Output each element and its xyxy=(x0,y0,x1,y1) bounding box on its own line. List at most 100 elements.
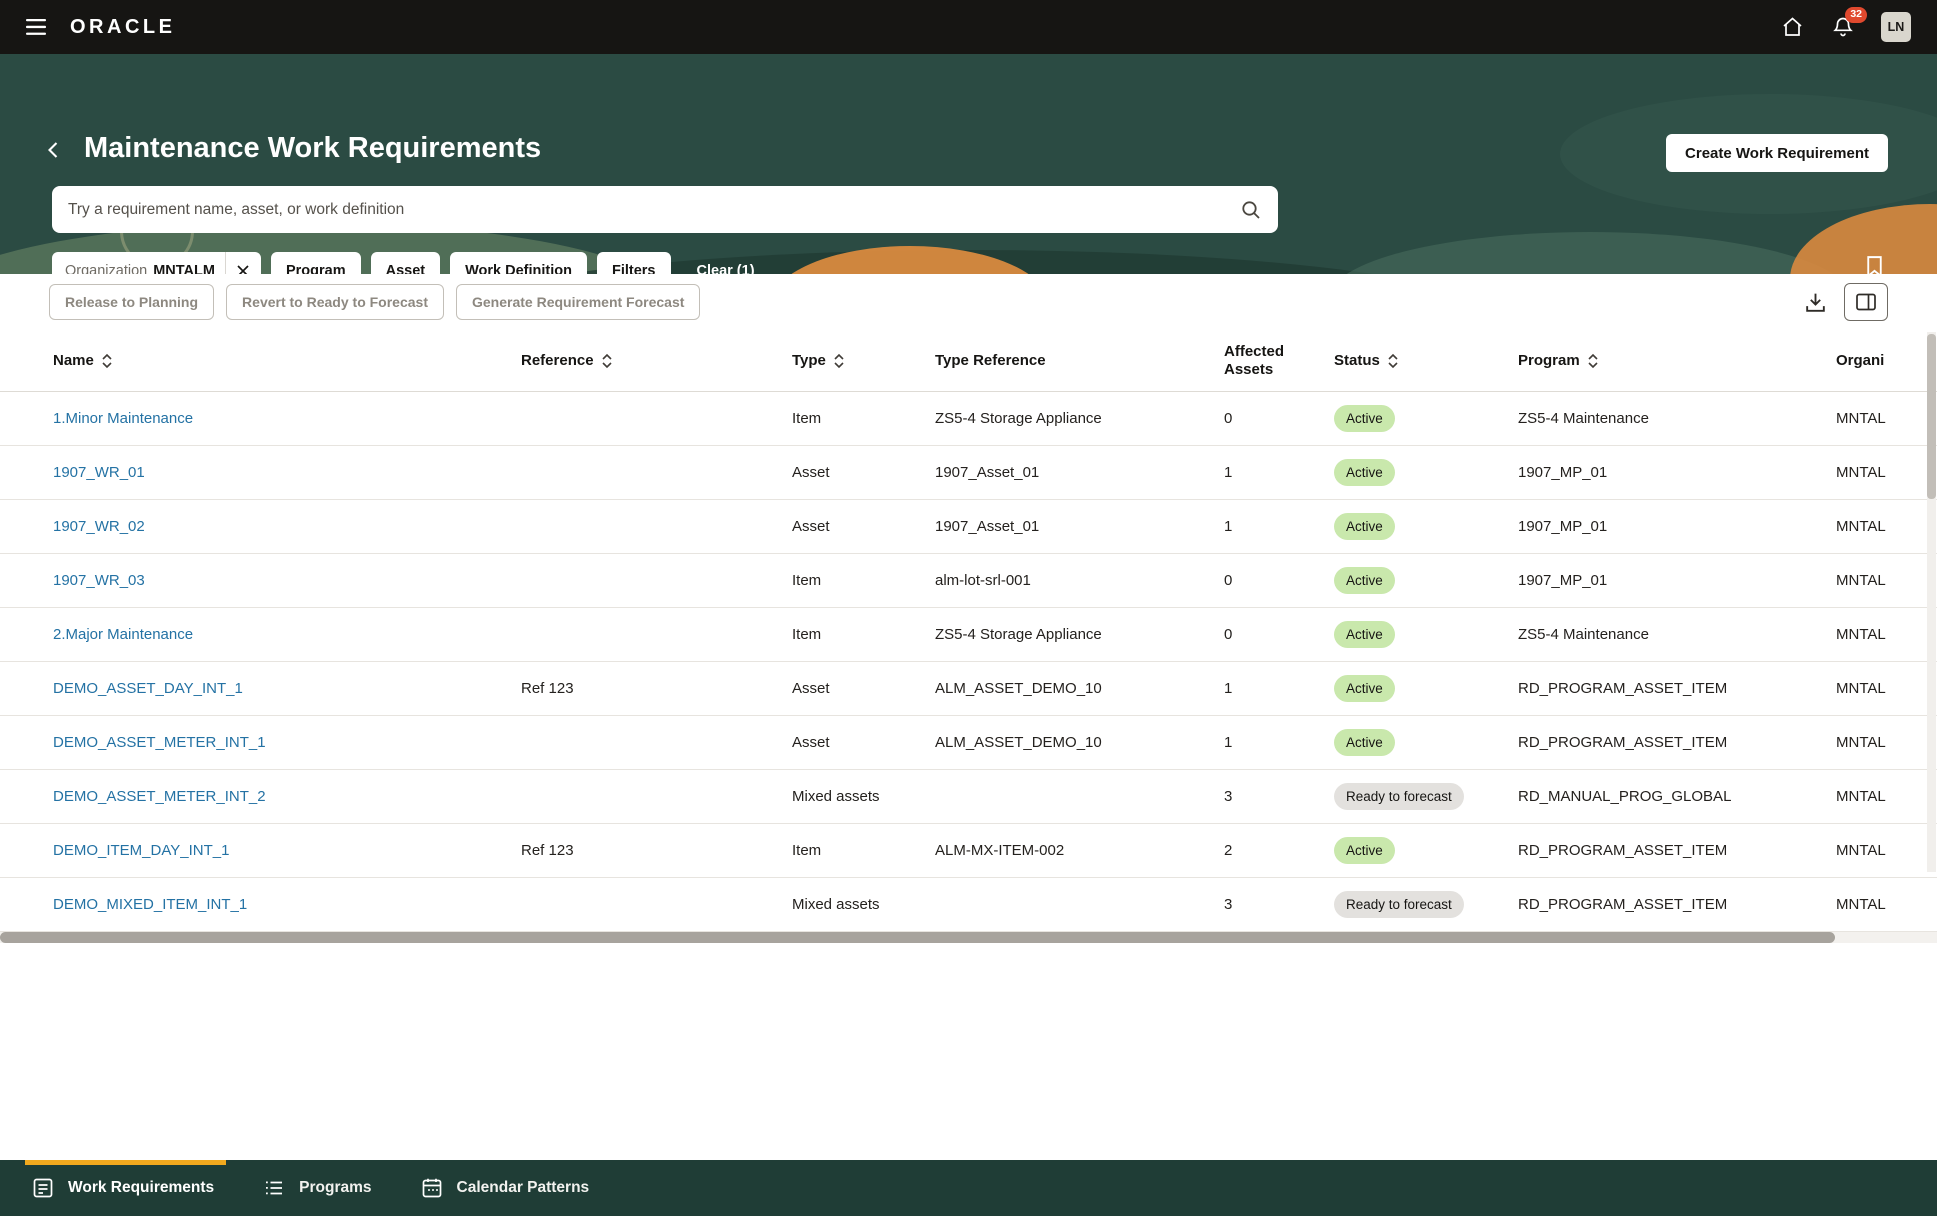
nav-item-work-requirements[interactable]: Work Requirements xyxy=(31,1160,214,1216)
work-requirement-link[interactable]: 2.Major Maintenance xyxy=(53,626,193,643)
search-input[interactable] xyxy=(68,201,1240,219)
vertical-scrollbar-thumb[interactable] xyxy=(1927,334,1936,499)
type-cell: Mixed assets xyxy=(792,878,935,931)
column-label: Program xyxy=(1518,352,1580,369)
type-reference-cell: alm-lot-srl-001 xyxy=(935,554,1224,607)
type-cell: Mixed assets xyxy=(792,770,935,823)
type-reference-cell xyxy=(935,878,1224,931)
program-cell: ZS5-4 Maintenance xyxy=(1518,392,1836,445)
work-requirement-link[interactable]: 1907_WR_03 xyxy=(53,572,145,589)
program-cell: ZS5-4 Maintenance xyxy=(1518,608,1836,661)
table-row[interactable]: DEMO_ASSET_METER_INT_1AssetALM_ASSET_DEM… xyxy=(0,716,1937,770)
table-row[interactable]: 1.Minor MaintenanceItemZS5-4 Storage App… xyxy=(0,392,1937,446)
release-to-planning-button[interactable]: Release to Planning xyxy=(49,284,214,320)
work-requirements-icon xyxy=(31,1176,55,1200)
content-panel: Release to Planning Revert to Ready to F… xyxy=(0,274,1937,1160)
table-row[interactable]: 1907_WR_01Asset1907_Asset_011Active1907_… xyxy=(0,446,1937,500)
chip-value: MNTALM xyxy=(153,263,215,275)
name-cell: 2.Major Maintenance xyxy=(0,608,521,661)
notifications-bell-icon[interactable]: 32 xyxy=(1831,15,1855,39)
table-row[interactable]: 2.Major Maintenance ItemZS5-4 Storage App… xyxy=(0,608,1937,662)
bookmark-icon[interactable] xyxy=(1864,254,1885,274)
manage-columns-icon[interactable] xyxy=(1844,283,1888,321)
filters-button[interactable]: Filters xyxy=(597,252,671,274)
work-requirement-link[interactable]: 1907_WR_02 xyxy=(53,518,145,535)
sort-icon[interactable] xyxy=(601,352,613,370)
affected-assets-cell: 1 xyxy=(1224,500,1334,553)
table-row[interactable]: DEMO_ITEM_DAY_INT_1Ref 123ItemALM-MX-ITE… xyxy=(0,824,1937,878)
back-arrow-icon[interactable] xyxy=(42,138,66,162)
nav-label: Programs xyxy=(299,1179,371,1197)
table-row[interactable]: DEMO_MIXED_ITEM_INT_1 Mixed assets 3Ready … xyxy=(0,878,1937,932)
revert-to-ready-to-forecast-button[interactable]: Revert to Ready to Forecast xyxy=(226,284,444,320)
column-header-name[interactable]: Name xyxy=(0,330,521,391)
download-icon[interactable] xyxy=(1803,290,1828,315)
program-cell: 1907_MP_01 xyxy=(1518,446,1836,499)
organization-cell: MNTAL xyxy=(1836,878,1937,931)
status-badge: Ready to forecast xyxy=(1334,891,1464,918)
horizontal-scrollbar-thumb[interactable] xyxy=(0,932,1835,943)
sort-icon[interactable] xyxy=(1387,352,1399,370)
generate-requirement-forecast-button[interactable]: Generate Requirement Forecast xyxy=(456,284,700,320)
clear-filters-link[interactable]: Clear (1) xyxy=(697,263,755,275)
sort-icon[interactable] xyxy=(101,352,113,370)
type-cell: Item xyxy=(792,824,935,877)
hamburger-menu-icon[interactable] xyxy=(26,19,46,35)
search-bar[interactable] xyxy=(52,186,1278,233)
column-header-type[interactable]: Type xyxy=(792,330,935,391)
filter-button-asset[interactable]: Asset xyxy=(371,252,441,274)
organization-filter-chip[interactable]: Organization MNTALM xyxy=(52,252,261,274)
nav-item-calendar-patterns[interactable]: Calendar Patterns xyxy=(420,1160,590,1216)
column-header-status[interactable]: Status xyxy=(1334,330,1518,391)
name-cell: DEMO_ASSET_DAY_INT_1 xyxy=(0,662,521,715)
type-cell: Item xyxy=(792,392,935,445)
user-avatar[interactable]: LN xyxy=(1881,12,1911,42)
type-cell: Item xyxy=(792,608,935,661)
organization-cell: MNTAL xyxy=(1836,770,1937,823)
table-row[interactable]: DEMO_ASSET_METER_INT_2Mixed assets3Ready… xyxy=(0,770,1937,824)
search-icon[interactable] xyxy=(1240,199,1262,221)
nav-item-programs[interactable]: Programs xyxy=(262,1160,371,1216)
reference-cell xyxy=(521,554,792,607)
page-title: Maintenance Work Requirements xyxy=(84,132,541,165)
reference-cell xyxy=(521,446,792,499)
table-row[interactable]: 1907_WR_02Asset1907_Asset_011Active1907_… xyxy=(0,500,1937,554)
horizontal-scrollbar[interactable] xyxy=(0,932,1937,943)
status-cell: Active xyxy=(1334,662,1518,715)
vertical-scrollbar[interactable] xyxy=(1927,332,1936,872)
work-requirement-link[interactable]: DEMO_ITEM_DAY_INT_1 xyxy=(53,842,229,859)
nav-label: Calendar Patterns xyxy=(457,1179,590,1197)
work-requirement-link[interactable]: 1907_WR_01 xyxy=(53,464,145,481)
remove-filter-icon[interactable] xyxy=(225,252,261,274)
program-cell: RD_PROGRAM_ASSET_ITEM xyxy=(1518,878,1836,931)
work-requirement-link[interactable]: DEMO_ASSET_METER_INT_1 xyxy=(53,734,266,751)
status-cell: Active xyxy=(1334,392,1518,445)
work-requirement-link[interactable]: 1.Minor Maintenance xyxy=(53,410,193,427)
table-row[interactable]: 1907_WR_03Itemalm-lot-srl-0010Active1907… xyxy=(0,554,1937,608)
affected-assets-cell: 3 xyxy=(1224,878,1334,931)
organization-cell: MNTAL xyxy=(1836,716,1937,769)
work-requirement-link[interactable]: DEMO_ASSET_DAY_INT_1 xyxy=(53,680,243,697)
home-icon[interactable] xyxy=(1780,15,1805,39)
work-requirement-link[interactable]: DEMO_ASSET_METER_INT_2 xyxy=(53,788,266,805)
name-cell: DEMO_MIXED_ITEM_INT_1 xyxy=(0,878,521,931)
program-cell: RD_PROGRAM_ASSET_ITEM xyxy=(1518,824,1836,877)
filter-button-program[interactable]: Program xyxy=(271,252,361,274)
work-requirement-link[interactable]: DEMO_MIXED_ITEM_INT_1 xyxy=(53,896,247,913)
name-cell: 1907_WR_01 xyxy=(0,446,521,499)
affected-assets-cell: 1 xyxy=(1224,446,1334,499)
oracle-logo: ORACLE xyxy=(70,16,175,39)
create-work-requirement-button[interactable]: Create Work Requirement xyxy=(1666,134,1888,172)
table-row[interactable]: DEMO_ASSET_DAY_INT_1Ref 123AssetALM_ASSE… xyxy=(0,662,1937,716)
sort-icon[interactable] xyxy=(833,352,845,370)
sort-icon[interactable] xyxy=(1587,352,1599,370)
column-header-reference[interactable]: Reference xyxy=(521,330,792,391)
column-header-program[interactable]: Program xyxy=(1518,330,1836,391)
affected-assets-cell: 0 xyxy=(1224,608,1334,661)
reference-cell: Ref 123 xyxy=(521,662,792,715)
column-label: Type xyxy=(792,352,826,369)
column-label: Status xyxy=(1334,352,1380,369)
status-cell: Active xyxy=(1334,716,1518,769)
type-reference-cell: ZS5-4 Storage Appliance xyxy=(935,608,1224,661)
filter-button-work-definition[interactable]: Work Definition xyxy=(450,252,587,274)
